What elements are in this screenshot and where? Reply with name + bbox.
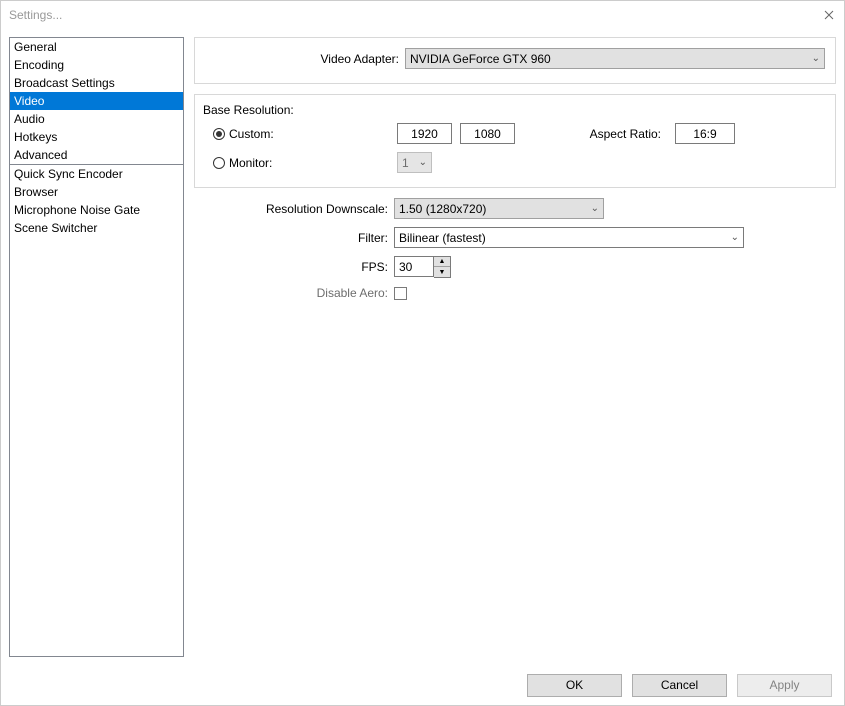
downscale-select[interactable]: 1.50 (1280x720) ⌄ [394, 198, 604, 219]
width-input[interactable] [397, 123, 452, 144]
custom-radio-label: Custom: [229, 127, 274, 141]
sidebar-item-broadcast[interactable]: Broadcast Settings [10, 74, 183, 92]
adapter-label: Video Adapter: [205, 52, 405, 66]
titlebar: Settings... [1, 1, 844, 29]
chevron-down-icon: ⌄ [419, 157, 427, 168]
spinner-up-icon[interactable]: ▲ [434, 257, 450, 267]
aspect-value: 16:9 [675, 123, 735, 144]
window-title: Settings... [9, 8, 62, 22]
chevron-down-icon: ⌄ [812, 53, 820, 64]
sidebar-item-video[interactable]: Video [10, 92, 183, 110]
sidebar-item-audio[interactable]: Audio [10, 110, 183, 128]
adapter-select[interactable]: NVIDIA GeForce GTX 960 ⌄ [405, 48, 825, 69]
custom-radio[interactable]: Custom: [213, 127, 274, 141]
aero-checkbox[interactable] [394, 287, 407, 300]
sidebar-item-encoding[interactable]: Encoding [10, 56, 183, 74]
sidebar-item-general[interactable]: General [10, 38, 183, 56]
aspect-label: Aspect Ratio: [590, 127, 667, 141]
filter-select[interactable]: Bilinear (fastest) ⌄ [394, 227, 744, 248]
spinner-down-icon[interactable]: ▼ [434, 267, 450, 277]
height-input[interactable] [460, 123, 515, 144]
cancel-button[interactable]: Cancel [632, 674, 727, 697]
fps-input[interactable] [394, 256, 434, 277]
sidebar-item-sceneswitcher[interactable]: Scene Switcher [10, 219, 183, 237]
footer: OK Cancel Apply [1, 665, 844, 705]
adapter-value: NVIDIA GeForce GTX 960 [410, 52, 551, 66]
sidebar-item-advanced[interactable]: Advanced [10, 146, 183, 164]
filter-label: Filter: [194, 231, 394, 245]
monitor-value: 1 [402, 156, 409, 170]
filter-value: Bilinear (fastest) [399, 231, 486, 245]
fps-spinner[interactable]: ▲ ▼ [394, 256, 451, 278]
adapter-group: Video Adapter: NVIDIA GeForce GTX 960 ⌄ [194, 37, 836, 84]
main-panel: Video Adapter: NVIDIA GeForce GTX 960 ⌄ … [194, 37, 836, 657]
sidebar-item-micgate[interactable]: Microphone Noise Gate [10, 201, 183, 219]
sidebar-item-browser[interactable]: Browser [10, 183, 183, 201]
base-resolution-group: Base Resolution: Custom: Aspect Ratio: 1… [194, 94, 836, 188]
chevron-down-icon: ⌄ [591, 203, 599, 214]
downscale-value: 1.50 (1280x720) [399, 202, 486, 216]
base-resolution-label: Base Resolution: [197, 103, 825, 123]
sidebar: General Encoding Broadcast Settings Vide… [9, 37, 184, 657]
close-icon[interactable] [822, 8, 836, 22]
monitor-radio[interactable]: Monitor: [213, 156, 272, 170]
downscale-section: Resolution Downscale: 1.50 (1280x720) ⌄ … [194, 198, 836, 300]
monitor-select[interactable]: 1 ⌄ [397, 152, 432, 173]
fps-label: FPS: [194, 260, 394, 274]
chevron-down-icon: ⌄ [731, 232, 739, 243]
sidebar-item-quicksync[interactable]: Quick Sync Encoder [10, 165, 183, 183]
aero-label: Disable Aero: [194, 286, 394, 300]
radio-dot-icon [213, 128, 225, 140]
monitor-radio-label: Monitor: [229, 156, 272, 170]
content-area: General Encoding Broadcast Settings Vide… [1, 29, 844, 665]
downscale-label: Resolution Downscale: [194, 202, 394, 216]
ok-button[interactable]: OK [527, 674, 622, 697]
apply-button[interactable]: Apply [737, 674, 832, 697]
radio-dot-icon [213, 157, 225, 169]
sidebar-item-hotkeys[interactable]: Hotkeys [10, 128, 183, 146]
settings-window: Settings... General Encoding Broadcast S… [0, 0, 845, 706]
